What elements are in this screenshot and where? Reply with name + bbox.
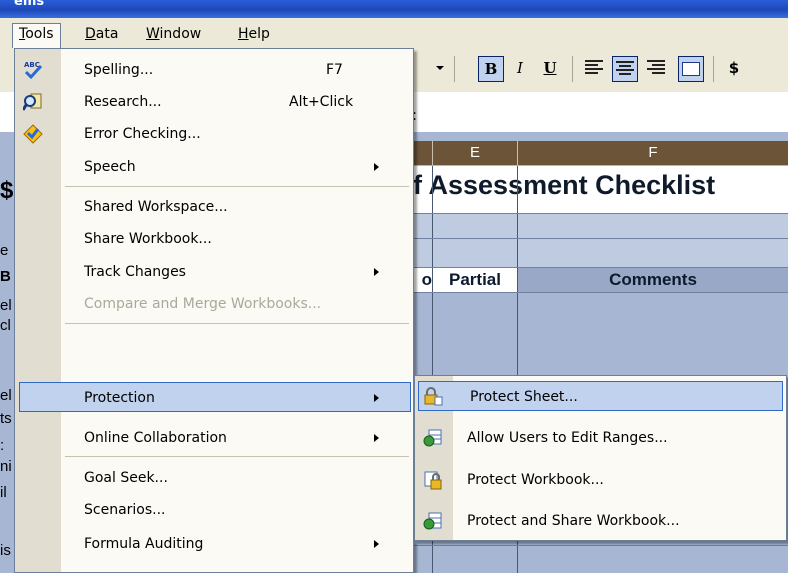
menu-item-share-workbook[interactable]: Share Workbook...	[15, 224, 413, 254]
grid-line	[408, 267, 788, 268]
bold-button[interactable]: B	[478, 56, 504, 82]
sheet-title: f Assessment Checklist	[413, 170, 716, 200]
merge-center-button[interactable]	[678, 56, 704, 82]
blank-rows	[408, 213, 788, 268]
align-center-icon	[616, 61, 634, 77]
cutoff-text: B	[0, 268, 11, 285]
menu-separator	[65, 456, 409, 457]
align-left-icon[interactable]	[585, 60, 603, 76]
column-header-f[interactable]: F	[518, 141, 788, 165]
submenu-arrow-icon	[374, 268, 379, 276]
header-cell-comments: Comments	[518, 268, 788, 292]
submenu-arrow-icon	[374, 394, 379, 402]
cutoff-text: ts	[0, 410, 12, 427]
menu-item-spelling[interactable]: ABC Spelling... F7	[15, 55, 413, 85]
menu-item-allow-edit-ranges[interactable]: Allow Users to Edit Ranges...	[415, 423, 786, 453]
submenu-arrow-icon	[374, 434, 379, 442]
protect-share-workbook-icon	[423, 512, 442, 530]
align-center-button[interactable]	[612, 56, 638, 82]
cutoff-text: el	[0, 387, 12, 404]
grid-line	[408, 545, 788, 546]
menu-item-online-collaboration[interactable]: Online Collaboration	[15, 423, 413, 453]
toolbar-separator	[713, 56, 714, 82]
cutoff-text: is	[0, 542, 11, 559]
menu-window[interactable]: Window	[140, 24, 207, 44]
menu-bar: Tools Data Window Help	[0, 18, 788, 49]
research-icon	[23, 93, 42, 111]
column-header-e[interactable]: E	[433, 141, 518, 165]
underline-button[interactable]: U	[538, 56, 562, 80]
left-cutoff-column: H $ e B el cl el ts : ni il is	[0, 132, 14, 573]
font-size-dropdown-arrow[interactable]	[436, 66, 444, 70]
currency-button[interactable]: $	[722, 56, 746, 80]
menu-item-speech[interactable]: Speech	[15, 152, 413, 182]
menu-item-error-checking[interactable]: Error Checking...	[15, 119, 413, 149]
protect-sheet-icon	[424, 387, 443, 406]
menu-tools[interactable]: Tools	[12, 23, 61, 49]
cutoff-text: ni	[0, 458, 12, 475]
protection-submenu: Protect Sheet... Allow Users to Edit Ran…	[414, 375, 787, 541]
cutoff-text: :	[0, 437, 5, 454]
menu-item-goal-seek[interactable]: Goal Seek...	[15, 463, 413, 493]
header-cell-partial: Partial	[433, 268, 517, 292]
menu-item-protect-sheet[interactable]: Protect Sheet...	[418, 381, 783, 411]
cutoff-text: il	[0, 484, 7, 501]
menu-item-research[interactable]: Research... Alt+Click	[15, 87, 413, 117]
menu-help[interactable]: Help	[232, 24, 276, 44]
title-bar: ems	[0, 0, 788, 18]
submenu-arrow-icon	[374, 163, 379, 171]
protect-workbook-icon	[424, 471, 442, 490]
merge-center-icon	[682, 62, 700, 76]
menu-data[interactable]: Data	[79, 24, 124, 44]
toolbar-separator	[454, 56, 455, 82]
toolbar-separator	[572, 56, 573, 82]
cutoff-text: el	[0, 297, 12, 314]
grid-line	[408, 213, 788, 214]
grid-line	[408, 292, 788, 293]
menu-separator	[65, 323, 409, 324]
align-right-icon[interactable]	[647, 60, 665, 76]
menu-item-shared-workspace[interactable]: Shared Workspace...	[15, 192, 413, 222]
menu-item-protect-share-workbook[interactable]: Protect and Share Workbook...	[415, 506, 786, 536]
grid-line	[408, 238, 788, 239]
window-title: ems	[14, 0, 45, 9]
allow-edit-ranges-icon	[423, 429, 442, 447]
menu-item-scenarios[interactable]: Scenarios...	[15, 495, 413, 525]
menu-item-protection[interactable]: Protection	[19, 382, 411, 412]
cutoff-text: $	[0, 177, 14, 204]
cutoff-text: cl	[0, 317, 11, 334]
menu-item-protect-workbook[interactable]: Protect Workbook...	[415, 465, 786, 495]
tools-menu: ABC Spelling... F7 Research... Alt+Click…	[14, 48, 414, 573]
menu-item-compare-merge: Compare and Merge Workbooks...	[84, 296, 322, 312]
menu-item-formula-auditing[interactable]: Formula Auditing	[15, 529, 413, 559]
error-checking-icon	[23, 124, 43, 144]
menu-separator	[65, 186, 409, 187]
italic-button[interactable]: I	[508, 56, 532, 80]
menu-item-track-changes[interactable]: Track Changes	[15, 257, 413, 287]
submenu-arrow-icon	[374, 540, 379, 548]
cutoff-text: e	[0, 242, 9, 259]
spelling-icon: ABC	[24, 61, 43, 80]
